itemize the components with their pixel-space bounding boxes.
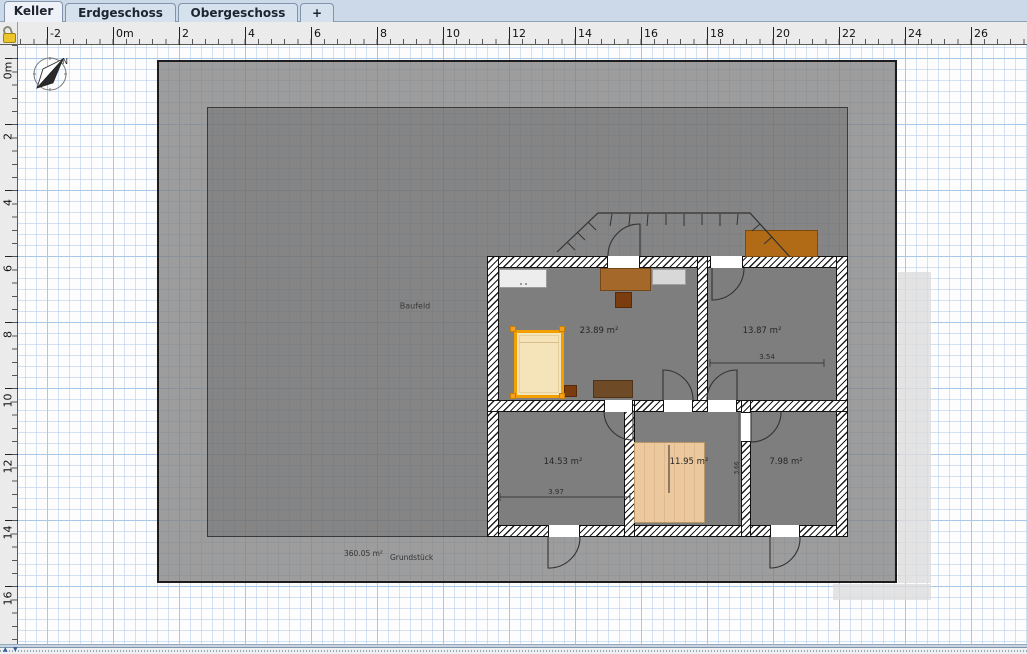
- tab-obergeschoss[interactable]: Obergeschoss: [178, 3, 298, 22]
- base-plan-lock-icon[interactable]: [2, 26, 18, 44]
- ruler-major-tick: [509, 27, 510, 45]
- ruler-label: 18: [710, 27, 724, 40]
- staircase-rail: [668, 445, 670, 493]
- ruler-major-tick: [311, 27, 312, 45]
- plot-name-label: Grundstück: [390, 553, 433, 562]
- ruler-label: 14: [578, 27, 592, 40]
- staircase[interactable]: [634, 442, 705, 523]
- ruler-label: 2: [182, 27, 189, 40]
- ruler-label: 24: [908, 27, 922, 40]
- ruler-label: 10: [2, 390, 15, 412]
- room-7-98[interactable]: [751, 412, 836, 525]
- shelf[interactable]: [652, 269, 686, 285]
- room-area-label: 14.53 m²: [544, 457, 583, 467]
- ruler-horizontal: -20m2468101214161820222426: [0, 22, 1027, 45]
- sideboard[interactable]: [593, 380, 633, 398]
- ruler-label: 2: [2, 126, 15, 148]
- room-area-label: 23.89 m²: [580, 326, 619, 336]
- ruler-label: 22: [842, 27, 856, 40]
- ruler-major-tick: [905, 27, 906, 45]
- selection-handle[interactable]: [510, 393, 516, 399]
- door-opening-hall-left[interactable]: [604, 400, 633, 412]
- door-opening-hall-mid1[interactable]: [663, 400, 693, 412]
- tab-add-level[interactable]: +: [300, 3, 334, 22]
- ruler-label: 20: [776, 27, 790, 40]
- ruler-label: 14: [2, 522, 15, 544]
- lock-body: [3, 33, 16, 43]
- door-opening-bottom2[interactable]: [770, 525, 800, 537]
- wall-exterior-top[interactable]: [487, 256, 848, 268]
- ruler-label: 26: [974, 27, 988, 40]
- room-area-label: 13.87 m²: [743, 326, 782, 336]
- tab-erdgeschoss[interactable]: Erdgeschoss: [65, 3, 176, 22]
- door-opening-top-right[interactable]: [710, 256, 743, 268]
- room-area-label: 7.98 m²: [769, 457, 802, 467]
- wall-exterior-left[interactable]: [487, 256, 499, 537]
- dimension-label-vertical[interactable]: 3.66: [734, 461, 741, 474]
- ruler-label: 12: [2, 456, 15, 478]
- other-level-shape: [898, 272, 931, 583]
- bed-mattress: [519, 335, 559, 393]
- wardrobe[interactable]: [499, 269, 547, 288]
- ruler-major-tick: [641, 27, 642, 45]
- ruler-label: 16: [644, 27, 658, 40]
- door-opening-bottom1[interactable]: [548, 525, 580, 537]
- ruler-label: 8: [380, 27, 387, 40]
- sort-ascending-icon[interactable]: ▲: [3, 646, 8, 654]
- sort-descending-icon[interactable]: ▼: [13, 646, 18, 654]
- selection-handle[interactable]: [559, 326, 565, 332]
- dimension-label[interactable]: 3.97: [548, 488, 564, 496]
- ruler-major-tick: [971, 27, 972, 45]
- door-opening-top[interactable]: [607, 256, 640, 268]
- ruler-major-tick: [575, 27, 576, 45]
- ruler-major-tick: [179, 27, 180, 45]
- door-opening-hall-mid2[interactable]: [707, 400, 737, 412]
- room-14-53[interactable]: [499, 412, 624, 525]
- desk[interactable]: [600, 268, 651, 291]
- chair[interactable]: [615, 292, 632, 308]
- wall-exterior-right[interactable]: [836, 256, 848, 537]
- plot-area-label: 360.05 m²: [344, 549, 383, 558]
- other-level-shape: [833, 584, 931, 600]
- compass-icon[interactable]: N: [33, 57, 68, 91]
- ruler-major-tick: [47, 27, 48, 45]
- ruler-major-tick: [839, 27, 840, 45]
- ruler-label: 6: [314, 27, 321, 40]
- dimension-label[interactable]: 3.54: [759, 353, 775, 361]
- ruler-vertical: 0m 2 4 6 8 10 12 14 16: [0, 45, 18, 644]
- ruler-major-tick: [443, 27, 444, 45]
- selection-handle[interactable]: [510, 326, 516, 332]
- outdoor-dresser[interactable]: [745, 230, 818, 257]
- ruler-label: 0m: [2, 60, 15, 82]
- ruler-label: 4: [2, 192, 15, 214]
- bed-pillow-line: [519, 342, 559, 343]
- ruler-label: 12: [512, 27, 526, 40]
- ruler-label: -2: [50, 27, 61, 40]
- bed-selected[interactable]: [514, 330, 564, 398]
- door-opening-room798[interactable]: [741, 412, 751, 442]
- ruler-label: 6: [2, 258, 15, 280]
- nightstand[interactable]: [564, 385, 577, 397]
- room-area-label: 11.95 m²: [670, 457, 709, 467]
- ruler-major-tick: [773, 27, 774, 45]
- level-tab-bar: Keller Erdgeschoss Obergeschoss +: [0, 0, 1027, 22]
- ruler-major-tick: [377, 27, 378, 45]
- tab-keller[interactable]: Keller: [4, 1, 63, 22]
- bottom-panel-edge[interactable]: ▲ ▼: [0, 648, 1027, 654]
- wall-interior-a[interactable]: [697, 256, 708, 412]
- ruler-label: 8: [2, 324, 15, 346]
- ruler-major-tick: [245, 27, 246, 45]
- ruler-label: 4: [248, 27, 255, 40]
- ruler-label: 16: [2, 588, 15, 610]
- ruler-major-tick: [113, 27, 114, 45]
- baufeld-label: Baufeld: [400, 302, 431, 311]
- ruler-label: 0m: [116, 27, 134, 40]
- ruler-label: 10: [446, 27, 460, 40]
- selection-handle[interactable]: [559, 393, 565, 399]
- ruler-major-tick: [707, 27, 708, 45]
- compass-north-label: N: [62, 57, 68, 66]
